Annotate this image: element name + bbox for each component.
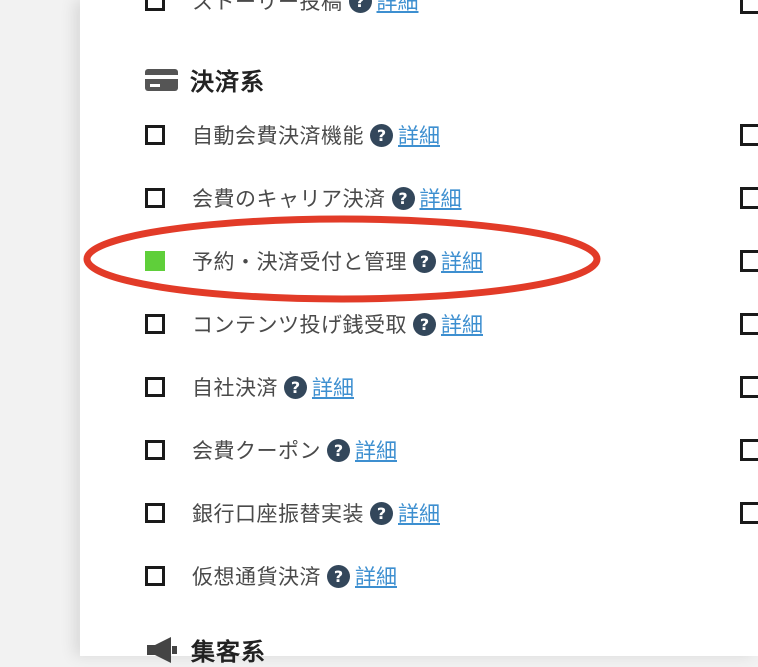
detail-link[interactable]: 詳細 xyxy=(398,498,440,528)
checkbox[interactable] xyxy=(740,439,758,461)
help-icon[interactable]: ? xyxy=(284,375,307,399)
help-icon[interactable]: ? xyxy=(327,564,350,588)
help-icon[interactable]: ? xyxy=(348,0,372,13)
checkbox[interactable] xyxy=(740,187,758,209)
help-icon[interactable]: ? xyxy=(327,438,350,462)
option-row-reservation: 予約・決済受付と管理 ? 詳細 xyxy=(145,246,483,276)
checkbox[interactable] xyxy=(145,314,165,334)
help-icon[interactable]: ? xyxy=(391,186,415,210)
detail-link[interactable]: 詳細 xyxy=(355,561,397,591)
option-label: 仮想通貨決済 xyxy=(192,565,321,589)
checkbox[interactable] xyxy=(145,0,165,11)
option-row: 自動会費決済機能 ? 詳細 xyxy=(145,120,440,150)
checkbox[interactable] xyxy=(145,125,165,145)
detail-link[interactable]: 詳細 xyxy=(441,309,483,339)
option-row: 会費クーポン ? 詳細 xyxy=(145,435,397,465)
option-label: 銀行口座振替実装 xyxy=(192,502,364,526)
option-row-story-post: ストーリー投稿 ? 詳細 xyxy=(145,0,419,16)
checkbox[interactable] xyxy=(740,313,758,335)
help-icon[interactable]: ? xyxy=(370,501,393,525)
option-row: 会費のキャリア決済 ? 詳細 xyxy=(145,183,462,213)
checkbox[interactable] xyxy=(145,377,165,397)
checkbox[interactable] xyxy=(145,503,165,523)
checkbox[interactable] xyxy=(740,502,758,524)
option-label: ストーリー投稿 xyxy=(192,0,343,14)
option-label: 会費クーポン xyxy=(192,439,321,463)
checkbox[interactable] xyxy=(740,124,758,146)
option-row: コンテンツ投げ銭受取 ? 詳細 xyxy=(145,309,483,339)
checkbox[interactable] xyxy=(145,440,165,460)
detail-link[interactable]: 詳細 xyxy=(312,372,354,402)
option-row: 自社決済 ? 詳細 xyxy=(145,372,354,402)
help-icon[interactable]: ? xyxy=(413,312,436,336)
detail-link[interactable]: 詳細 xyxy=(377,0,419,16)
checkbox[interactable] xyxy=(145,566,165,586)
option-label: コンテンツ投げ銭受取 xyxy=(192,313,407,337)
credit-card-icon xyxy=(145,68,178,91)
detail-link[interactable]: 詳細 xyxy=(420,183,462,213)
checkbox[interactable] xyxy=(740,0,758,14)
checkbox-checked[interactable] xyxy=(145,251,165,271)
help-icon[interactable]: ? xyxy=(370,123,393,147)
option-label: 会費のキャリア決済 xyxy=(192,187,386,211)
checkbox[interactable] xyxy=(145,188,165,208)
section-title: 決済系 xyxy=(190,68,265,96)
section-header-marketing: 集客系 xyxy=(145,632,266,667)
detail-link[interactable]: 詳細 xyxy=(441,246,483,276)
section-title: 集客系 xyxy=(191,638,266,666)
checkbox[interactable] xyxy=(740,250,758,272)
option-label: 自社決済 xyxy=(192,376,278,400)
checkbox[interactable] xyxy=(740,376,758,398)
detail-link[interactable]: 詳細 xyxy=(398,120,440,150)
option-label: 自動会費決済機能 xyxy=(192,124,364,148)
option-row: 仮想通貨決済 ? 詳細 xyxy=(145,561,397,591)
option-row: 銀行口座振替実装 ? 詳細 xyxy=(145,498,440,528)
megaphone-icon xyxy=(147,636,177,663)
section-header-payment: 決済系 xyxy=(145,62,265,97)
help-icon[interactable]: ? xyxy=(413,249,436,273)
option-label: 予約・決済受付と管理 xyxy=(192,250,407,274)
detail-link[interactable]: 詳細 xyxy=(355,435,397,465)
